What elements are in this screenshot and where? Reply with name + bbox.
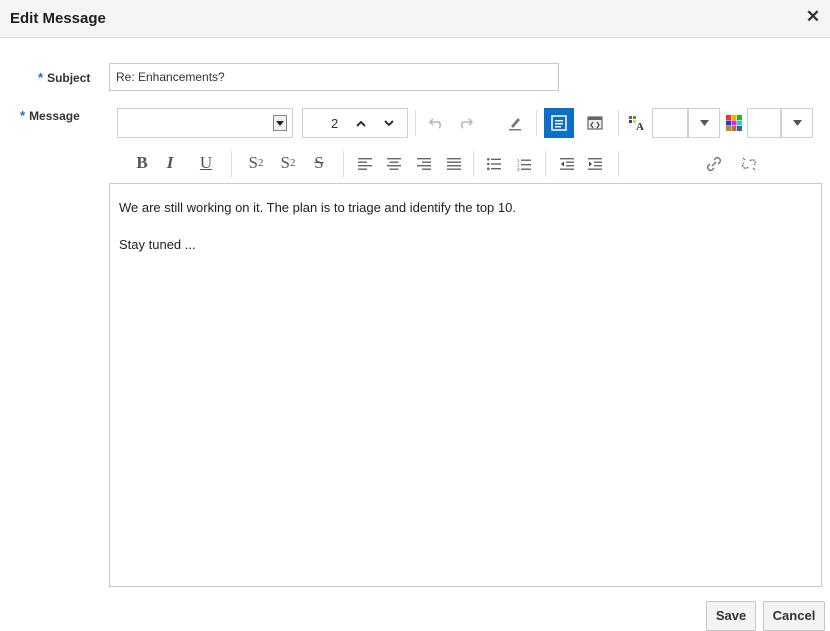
indent-icon[interactable] [585, 155, 605, 173]
font-size-stepper[interactable]: 2 [302, 108, 408, 138]
font-family-select[interactable] [117, 108, 293, 138]
toolbar-separator [536, 110, 537, 136]
toolbar-separator [473, 151, 474, 177]
toolbar-separator [618, 110, 619, 136]
text-color-dropdown[interactable] [688, 108, 720, 138]
toolbar-separator [618, 151, 619, 177]
align-justify-icon[interactable] [444, 155, 464, 173]
clear-format-icon[interactable] [505, 113, 525, 133]
text-color-swatch[interactable] [652, 108, 688, 138]
link-icon[interactable] [704, 155, 724, 173]
dropdown-arrow-icon[interactable] [689, 109, 719, 137]
svg-text:3: 3 [517, 167, 520, 171]
unlink-icon[interactable] [739, 155, 759, 173]
undo-icon[interactable] [427, 113, 447, 133]
italic-icon[interactable]: I [160, 152, 180, 174]
message-editor[interactable]: We are still working on it. The plan is … [109, 183, 822, 587]
subject-label-text: Subject [47, 71, 91, 85]
subscript-mark: 2 [257, 157, 264, 169]
rich-text-mode-icon[interactable] [544, 108, 574, 138]
svg-text:A: A [636, 121, 644, 131]
align-left-icon[interactable] [355, 155, 375, 173]
superscript-icon[interactable]: S2 [276, 152, 300, 174]
cancel-button[interactable]: Cancel [763, 601, 825, 631]
toolbar-separator [231, 151, 232, 177]
background-color-dropdown[interactable] [781, 108, 813, 138]
dialog-title: Edit Message [10, 10, 106, 27]
font-size-value: 2 [331, 116, 339, 131]
align-right-icon[interactable] [414, 155, 434, 173]
subscript-icon[interactable]: S2 [244, 152, 268, 174]
required-marker: * [20, 108, 26, 123]
subject-input[interactable]: Re: Enhancements? [109, 63, 559, 91]
subject-label: * Subject [38, 70, 90, 85]
toolbar-separator [415, 110, 416, 136]
numbered-list-icon[interactable]: 123 [514, 155, 534, 173]
required-marker: * [38, 70, 44, 85]
align-center-icon[interactable] [384, 155, 404, 173]
chevron-up-icon[interactable] [349, 113, 373, 133]
message-line: We are still working on it. The plan is … [119, 200, 516, 215]
message-label-text: Message [29, 109, 80, 123]
close-icon[interactable]: ✕ [804, 8, 822, 26]
toolbar-separator [343, 151, 344, 177]
background-color-icon[interactable] [724, 113, 744, 133]
superscript-mark: 2 [289, 157, 296, 169]
subscript-glyph: S [248, 153, 258, 172]
source-code-mode-icon[interactable] [584, 113, 606, 133]
dropdown-arrow-icon[interactable] [273, 115, 287, 131]
text-color-icon[interactable]: A [627, 113, 647, 133]
outdent-icon[interactable] [557, 155, 577, 173]
message-line: Stay tuned ... [119, 237, 196, 252]
message-label: * Message [20, 108, 80, 123]
redo-icon[interactable] [455, 113, 475, 133]
strikethrough-icon[interactable]: S [309, 152, 329, 174]
toolbar-separator [545, 151, 546, 177]
superscript-glyph: S [280, 153, 290, 172]
dropdown-arrow-icon[interactable] [782, 109, 812, 137]
save-button[interactable]: Save [706, 601, 756, 631]
dialog-header: Edit Message ✕ [0, 0, 830, 38]
background-color-swatch[interactable] [747, 108, 781, 138]
bulleted-list-icon[interactable] [484, 155, 504, 173]
chevron-down-icon[interactable] [377, 113, 401, 133]
bold-icon[interactable]: B [132, 152, 152, 174]
underline-icon[interactable]: U [196, 152, 216, 174]
